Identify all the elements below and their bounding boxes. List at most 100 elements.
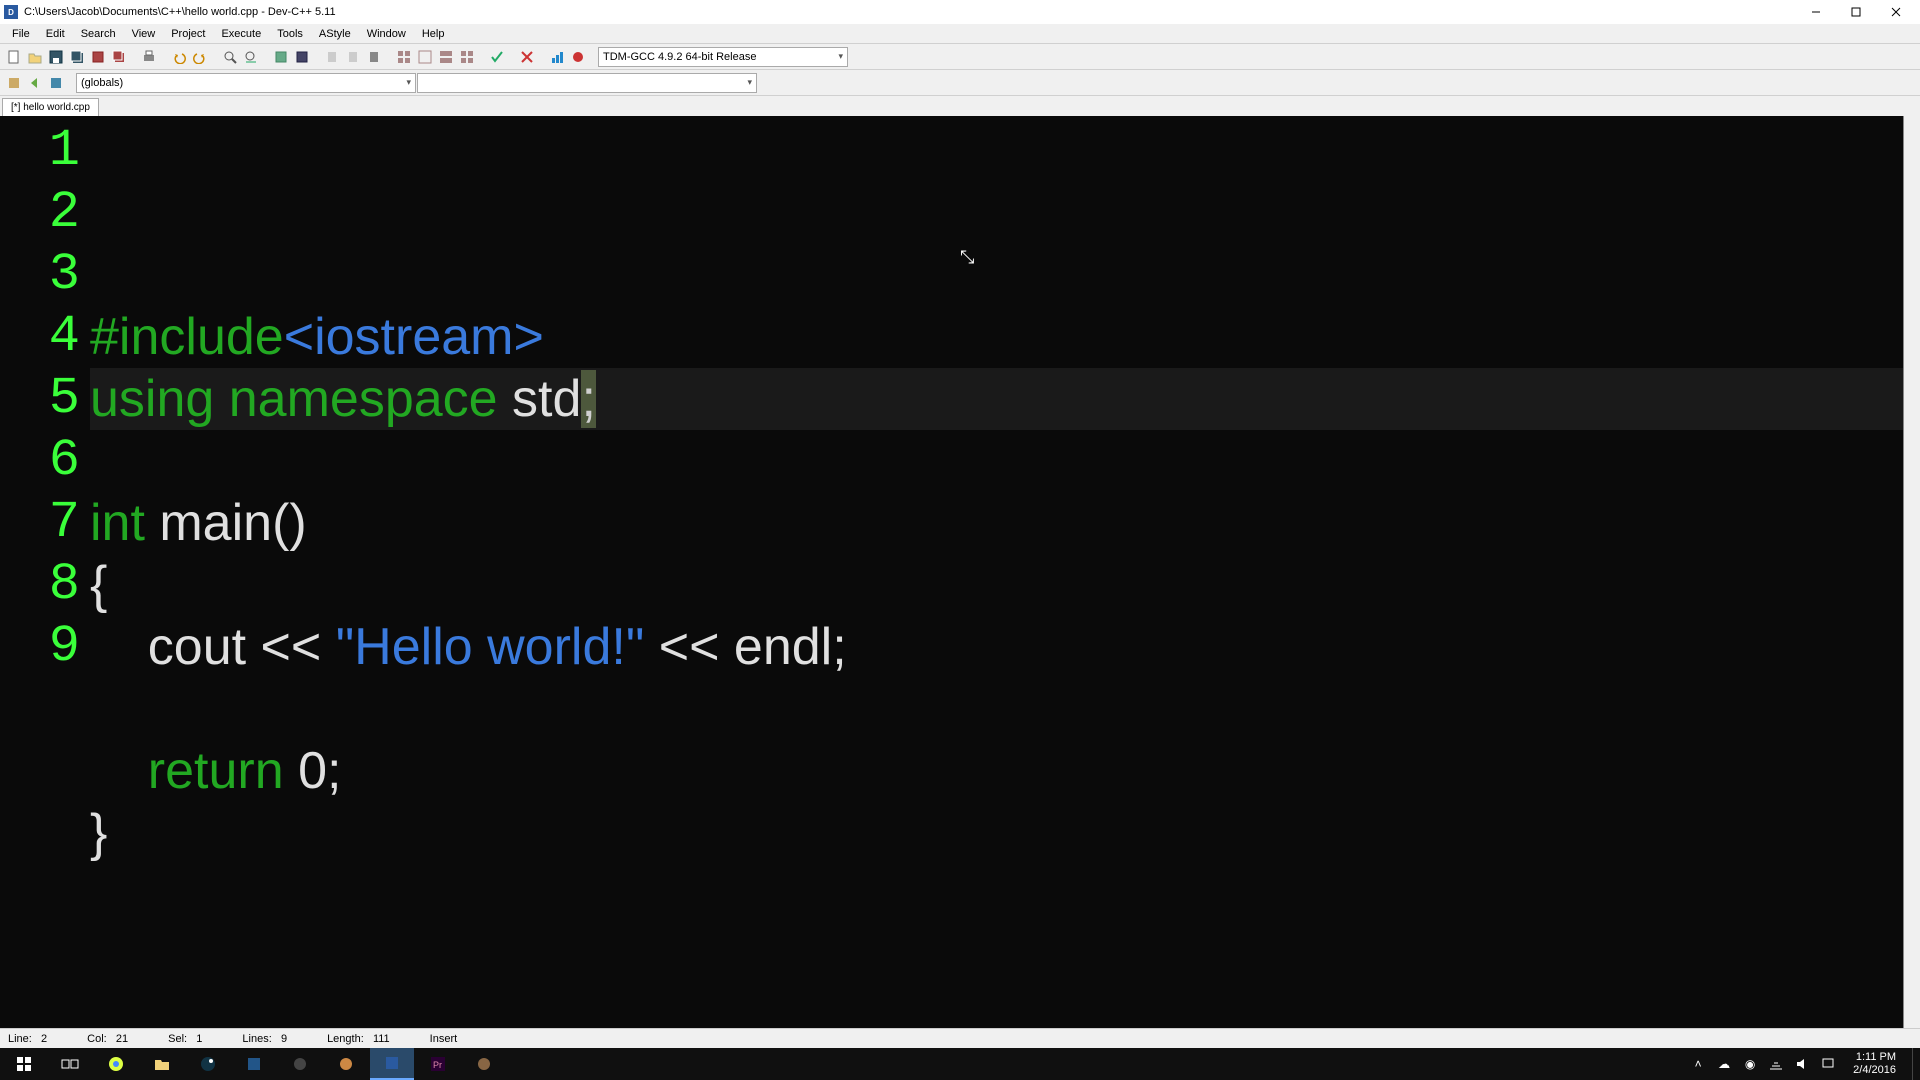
- line-number: 9: [0, 616, 90, 678]
- code-line[interactable]: return 0;: [90, 740, 1903, 802]
- layout1-icon[interactable]: [394, 47, 414, 67]
- save-all-icon[interactable]: [67, 47, 87, 67]
- layout4-icon[interactable]: [457, 47, 477, 67]
- goto-back-icon[interactable]: [25, 73, 45, 93]
- line-number: 6: [0, 430, 90, 492]
- close-file-icon[interactable]: [88, 47, 108, 67]
- code-line[interactable]: [90, 430, 1903, 492]
- menu-project[interactable]: Project: [163, 26, 213, 42]
- code-line[interactable]: }: [90, 802, 1903, 864]
- code-token: namespace: [229, 370, 498, 428]
- close-all-icon[interactable]: [109, 47, 129, 67]
- devcpp-taskbar-icon[interactable]: [370, 1048, 414, 1080]
- code-line[interactable]: int main(): [90, 492, 1903, 554]
- scope-select[interactable]: (globals) ▾: [76, 73, 416, 93]
- bookmark-prev-icon[interactable]: [322, 47, 342, 67]
- steam-icon[interactable]: [186, 1048, 230, 1080]
- menu-tools[interactable]: Tools: [269, 26, 311, 42]
- file-tab[interactable]: [*] hello world.cpp: [2, 98, 99, 116]
- code-line[interactable]: [90, 678, 1903, 740]
- new-file-icon[interactable]: [4, 47, 24, 67]
- status-sel-label: Sel:: [168, 1033, 187, 1045]
- open-file-icon[interactable]: [25, 47, 45, 67]
- run-icon[interactable]: [292, 47, 312, 67]
- tray-action-center-icon[interactable]: [1819, 1055, 1837, 1073]
- tray-chevron-icon[interactable]: ˄: [1689, 1055, 1707, 1073]
- code-token: {: [90, 556, 107, 614]
- close-button[interactable]: [1876, 0, 1916, 24]
- check-icon[interactable]: [487, 47, 507, 67]
- chevron-down-icon: ▾: [838, 51, 843, 62]
- bookmark-toggle-icon[interactable]: [364, 47, 384, 67]
- code-line[interactable]: {: [90, 554, 1903, 616]
- file-explorer-icon[interactable]: [140, 1048, 184, 1080]
- line-number: 1: [0, 120, 90, 182]
- window-title: C:\Users\Jacob\Documents\C++\hello world…: [24, 6, 1796, 18]
- print-icon[interactable]: [139, 47, 159, 67]
- app-icon-3[interactable]: [324, 1048, 368, 1080]
- toolbar-secondary: (globals) ▾ ▾: [0, 70, 1920, 96]
- menu-execute[interactable]: Execute: [213, 26, 269, 42]
- goto-func-icon[interactable]: [4, 73, 24, 93]
- status-mode: Insert: [430, 1033, 458, 1045]
- profile-icon[interactable]: [547, 47, 567, 67]
- app-icon-2[interactable]: [278, 1048, 322, 1080]
- app-icon: D: [4, 5, 18, 19]
- status-lines-value: 9: [281, 1033, 287, 1045]
- code-line[interactable]: #include<iostream>: [90, 306, 1903, 368]
- menu-window[interactable]: Window: [359, 26, 414, 42]
- status-bar: Line: 2 Col: 21 Sel: 1 Lines: 9 Length: …: [0, 1028, 1920, 1048]
- code-editor[interactable]: 123456789 ⤡ #include<iostream>using name…: [0, 116, 1920, 1028]
- save-icon[interactable]: [46, 47, 66, 67]
- undo-icon[interactable]: [169, 47, 189, 67]
- chrome-icon[interactable]: [94, 1048, 138, 1080]
- code-token: "Hello world!": [336, 618, 645, 676]
- vertical-scrollbar[interactable]: [1903, 116, 1920, 1028]
- app-icon-4[interactable]: [462, 1048, 506, 1080]
- menu-bar: File Edit Search View Project Execute To…: [0, 24, 1920, 44]
- status-length-label: Length:: [327, 1033, 364, 1045]
- code-token: cout <<: [90, 618, 336, 676]
- window-titlebar: D C:\Users\Jacob\Documents\C++\hello wor…: [0, 0, 1920, 24]
- compiler-select[interactable]: TDM-GCC 4.9.2 64-bit Release ▾: [598, 47, 848, 67]
- code-token: [214, 370, 228, 428]
- code-token: }: [90, 804, 107, 862]
- task-view-icon[interactable]: [48, 1048, 92, 1080]
- code-area[interactable]: ⤡ #include<iostream>using namespace std;…: [90, 116, 1903, 1028]
- menu-astyle[interactable]: AStyle: [311, 26, 359, 42]
- show-desktop-button[interactable]: [1912, 1048, 1918, 1080]
- minimize-button[interactable]: [1796, 0, 1836, 24]
- goto-fwd-icon[interactable]: [46, 73, 66, 93]
- menu-file[interactable]: File: [4, 26, 38, 42]
- status-col-label: Col:: [87, 1033, 107, 1045]
- compile-icon[interactable]: [271, 47, 291, 67]
- menu-search[interactable]: Search: [73, 26, 124, 42]
- tray-steam-icon[interactable]: ◉: [1741, 1055, 1759, 1073]
- start-button[interactable]: [2, 1048, 46, 1080]
- code-line[interactable]: using namespace std;: [90, 368, 1903, 430]
- delete-icon[interactable]: [517, 47, 537, 67]
- redo-icon[interactable]: [190, 47, 210, 67]
- premiere-icon[interactable]: Pr: [416, 1048, 460, 1080]
- line-number: 2: [0, 182, 90, 244]
- find-icon[interactable]: [220, 47, 240, 67]
- bookmark-next-icon[interactable]: [343, 47, 363, 67]
- layout3-icon[interactable]: [436, 47, 456, 67]
- tray-network-icon[interactable]: [1767, 1055, 1785, 1073]
- tray-cloud-icon[interactable]: ☁: [1715, 1055, 1733, 1073]
- tray-volume-icon[interactable]: [1793, 1055, 1811, 1073]
- menu-edit[interactable]: Edit: [38, 26, 73, 42]
- app-icon-1[interactable]: [232, 1048, 276, 1080]
- debug-icon[interactable]: [568, 47, 588, 67]
- maximize-button[interactable]: [1836, 0, 1876, 24]
- clock-date: 2/4/2016: [1853, 1064, 1896, 1077]
- menu-view[interactable]: View: [124, 26, 164, 42]
- menu-help[interactable]: Help: [414, 26, 453, 42]
- system-tray: ˄ ☁ ◉ 1:11 PM 2/4/2016: [1689, 1048, 1920, 1080]
- status-length-value: 111: [373, 1033, 390, 1045]
- function-select[interactable]: ▾: [417, 73, 757, 93]
- replace-icon[interactable]: [241, 47, 261, 67]
- code-line[interactable]: cout << "Hello world!" << endl;: [90, 616, 1903, 678]
- taskbar-clock[interactable]: 1:11 PM 2/4/2016: [1845, 1051, 1904, 1077]
- layout2-icon[interactable]: [415, 47, 435, 67]
